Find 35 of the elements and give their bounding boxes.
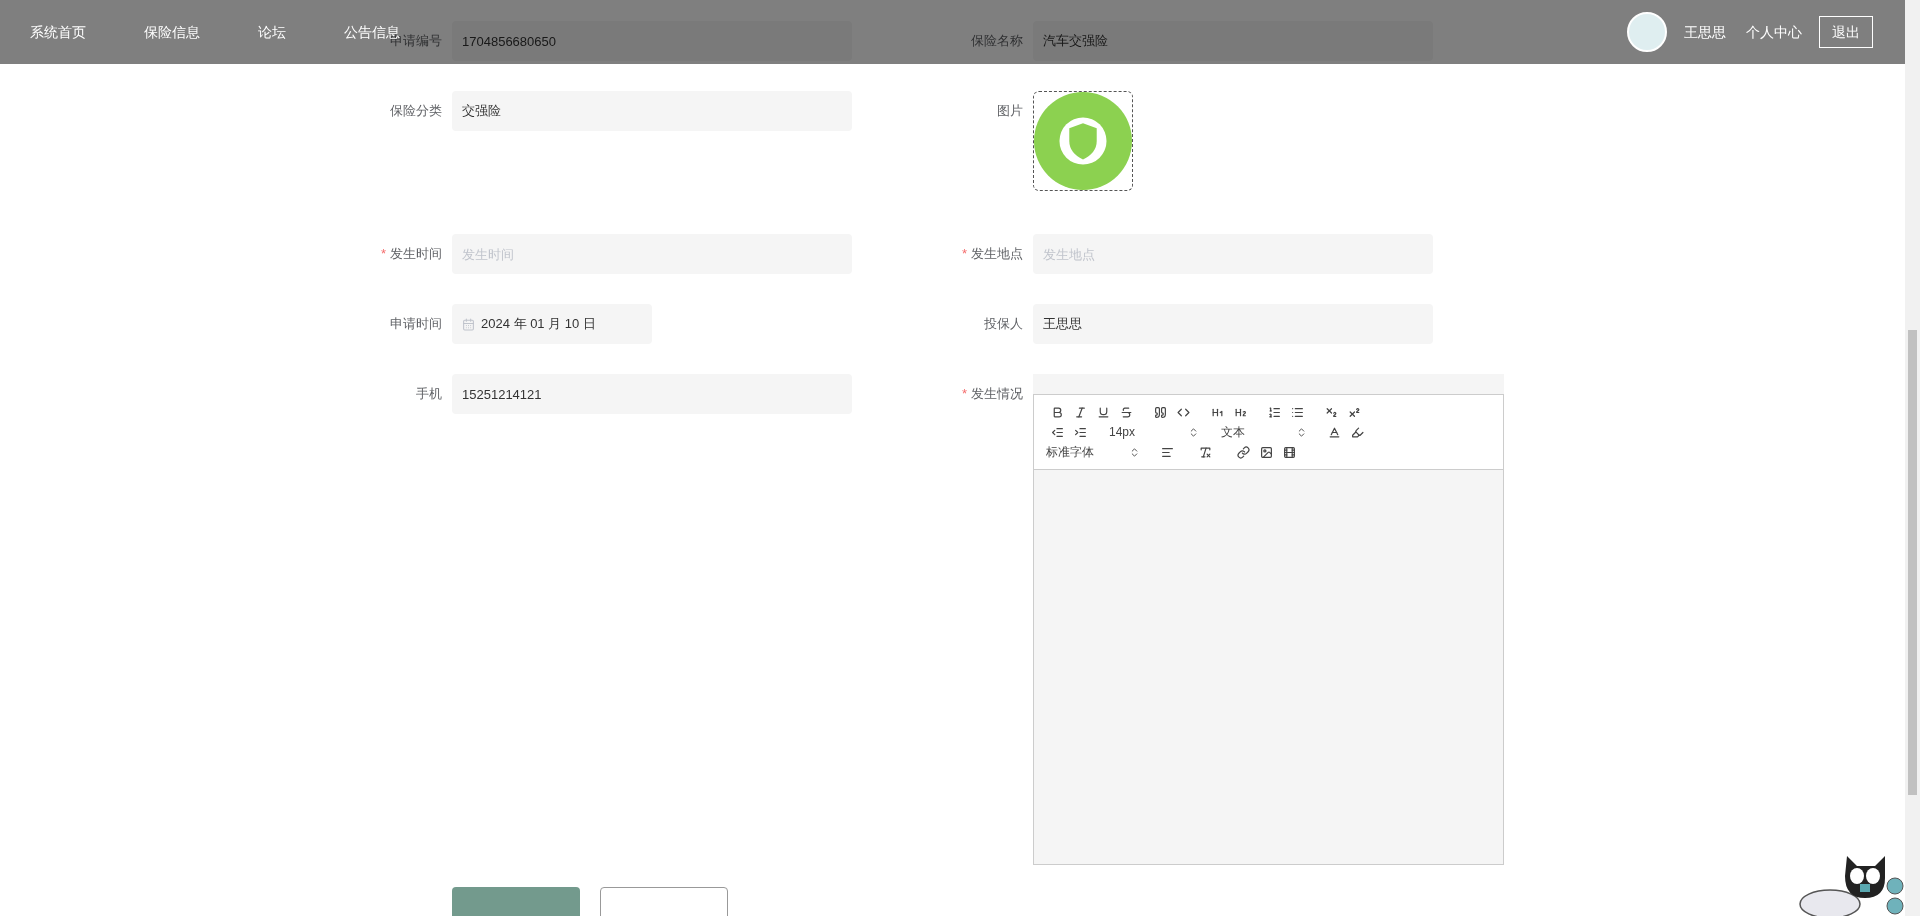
field-label: 保险名称: [971, 32, 1023, 51]
field-label: 申请时间: [390, 315, 442, 334]
image-upload[interactable]: [1033, 91, 1133, 191]
user-name: 王思思: [1684, 22, 1726, 42]
field-label: 发生地点: [971, 245, 1023, 264]
scrollbar-thumb[interactable]: [1908, 330, 1917, 795]
up-down-arrows-icon: [1188, 426, 1199, 438]
field-label: 投保人: [984, 315, 1023, 334]
profile-link[interactable]: 个人中心: [1746, 21, 1802, 43]
field-label: 发生情况: [971, 385, 1023, 404]
calendar-icon: [462, 317, 475, 331]
up-down-arrows-icon: [1129, 446, 1140, 458]
input-field[interactable]: 1704856680650: [452, 21, 852, 61]
input-field[interactable]: 15251214121: [452, 374, 852, 414]
input-field[interactable]: 王思思: [1033, 304, 1433, 344]
date-field[interactable]: 2024 年 01 月 10 日: [452, 304, 652, 344]
field-label: 图片: [997, 102, 1023, 121]
cancel-button[interactable]: [600, 887, 728, 916]
field-label: 发生时间: [390, 245, 442, 264]
input-field[interactable]: 交强险: [452, 91, 852, 131]
up-down-arrows-icon: [1296, 426, 1307, 438]
nav-link[interactable]: 论坛: [258, 21, 286, 43]
required-mark: *: [961, 385, 967, 404]
field-label: 手机: [416, 385, 442, 404]
required-mark: *: [961, 245, 967, 264]
toolbar-select[interactable]: 14px: [1109, 423, 1199, 441]
toolbar-select[interactable]: 文本: [1221, 423, 1307, 441]
nav-link[interactable]: 保险信息: [144, 21, 200, 43]
toolbar-select[interactable]: 标准字体: [1046, 443, 1140, 461]
field-label: 保险分类: [390, 102, 442, 121]
logout-button[interactable]: 退出: [1819, 16, 1873, 48]
required-mark: *: [380, 245, 386, 264]
avatar[interactable]: [1627, 12, 1667, 52]
input-field[interactable]: 汽车交强险: [1033, 21, 1433, 61]
nav-link[interactable]: 系统首页: [30, 21, 86, 43]
